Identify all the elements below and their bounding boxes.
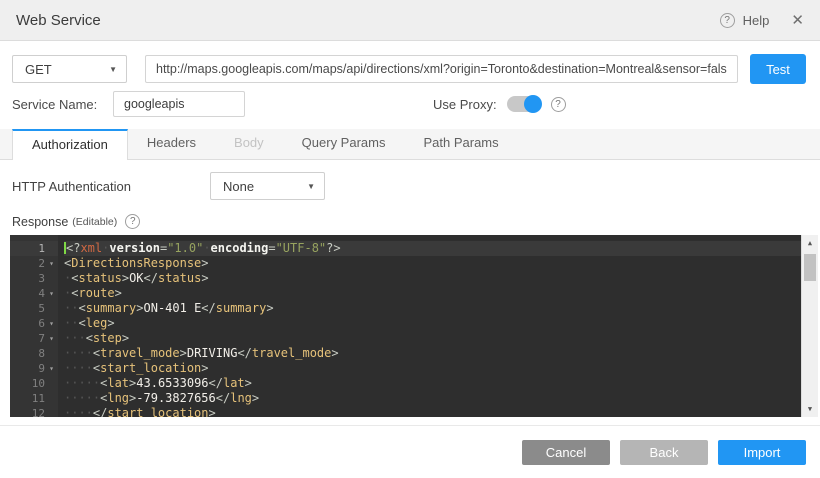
code-line-9: ····<start_location> [64, 361, 801, 376]
code-line-11: ·····<lng>-79.3827656</lng> [64, 391, 801, 406]
response-label-row: Response (Editable) ? [12, 214, 806, 229]
code-line-5: ··<summary>ON-401 E</summary> [64, 301, 801, 316]
scroll-up-icon[interactable]: ▲ [802, 235, 818, 251]
gutter-line-4[interactable]: 4▾ [10, 286, 58, 301]
http-auth-label: HTTP Authentication [12, 179, 210, 194]
tab-query-params[interactable]: Query Params [283, 128, 405, 159]
gutter-line-10: 10 [10, 376, 58, 391]
dialog-header: Web Service ? Help ✕ [0, 0, 820, 41]
page-title: Web Service [16, 12, 101, 29]
response-help-icon[interactable]: ? [125, 214, 140, 229]
scroll-down-icon[interactable]: ▼ [802, 401, 818, 417]
gutter-line-2[interactable]: 2▾ [10, 256, 58, 271]
gutter-line-5: 5 [10, 301, 58, 316]
editor-gutter: 12▾34▾56▾7▾89▾101112 [10, 235, 58, 417]
gutter-line-9[interactable]: 9▾ [10, 361, 58, 376]
use-proxy-label: Use Proxy: [433, 97, 497, 112]
url-input[interactable] [145, 55, 738, 83]
tab-body[interactable]: Body [215, 128, 283, 159]
code-line-1: <?xml·version="1.0"·encoding="UTF-8"?> [64, 241, 801, 256]
toggle-knob [524, 95, 542, 113]
use-proxy-group: Use Proxy: ? [433, 96, 566, 112]
chevron-down-icon: ▼ [109, 65, 117, 74]
chevron-down-icon: ▼ [307, 182, 315, 191]
gutter-line-11: 11 [10, 391, 58, 406]
code-line-3: ·<status>OK</status> [64, 271, 801, 286]
code-line-8: ····<travel_mode>DRIVING</travel_mode> [64, 346, 801, 361]
gutter-line-6[interactable]: 6▾ [10, 316, 58, 331]
request-row: GET ▼ Test [12, 54, 806, 84]
response-label: Response [12, 215, 68, 229]
http-method-select[interactable]: GET ▼ [12, 55, 127, 83]
proxy-help-icon[interactable]: ? [551, 97, 566, 112]
back-button[interactable]: Back [620, 440, 708, 465]
code-line-10: ·····<lat>43.6533096</lat> [64, 376, 801, 391]
dialog-footer: Cancel Back Import [0, 425, 820, 478]
tab-headers[interactable]: Headers [128, 128, 215, 159]
scrollbar-thumb[interactable] [804, 254, 816, 281]
code-line-2: <DirectionsResponse> [64, 256, 801, 271]
code-line-7: ···<step> [64, 331, 801, 346]
gutter-line-12: 12 [10, 406, 58, 417]
cancel-button[interactable]: Cancel [522, 440, 610, 465]
http-auth-value: None [223, 179, 254, 194]
tab-path-params[interactable]: Path Params [404, 128, 517, 159]
response-editor[interactable]: 12▾34▾56▾7▾89▾101112 <?xml·version="1.0"… [10, 235, 818, 417]
http-auth-select[interactable]: None ▼ [210, 172, 325, 200]
tab-bar: AuthorizationHeadersBodyQuery ParamsPath… [0, 129, 820, 160]
service-name-input[interactable] [113, 91, 245, 117]
help-link[interactable]: Help [743, 13, 770, 28]
import-button[interactable]: Import [718, 440, 806, 465]
help-icon[interactable]: ? [720, 13, 735, 28]
http-method-value: GET [25, 62, 52, 77]
gutter-line-8: 8 [10, 346, 58, 361]
test-button[interactable]: Test [750, 54, 806, 84]
code-line-12: ····</start_location> [64, 406, 801, 417]
http-auth-row: HTTP Authentication None ▼ [12, 172, 806, 200]
editor-scrollbar[interactable]: ▲ ▼ [801, 235, 818, 417]
tab-authorization[interactable]: Authorization [12, 129, 128, 160]
service-name-row: Service Name: Use Proxy: ? [12, 91, 806, 117]
use-proxy-toggle[interactable] [507, 96, 541, 112]
service-name-label: Service Name: [12, 97, 113, 112]
editor-code-area[interactable]: <?xml·version="1.0"·encoding="UTF-8"?><D… [58, 235, 801, 417]
close-icon[interactable]: ✕ [791, 11, 804, 29]
gutter-line-7[interactable]: 7▾ [10, 331, 58, 346]
code-line-4: ·<route> [64, 286, 801, 301]
gutter-line-1: 1 [10, 241, 58, 256]
gutter-line-3: 3 [10, 271, 58, 286]
code-line-6: ··<leg> [64, 316, 801, 331]
response-editable-qualifier: (Editable) [72, 216, 117, 228]
